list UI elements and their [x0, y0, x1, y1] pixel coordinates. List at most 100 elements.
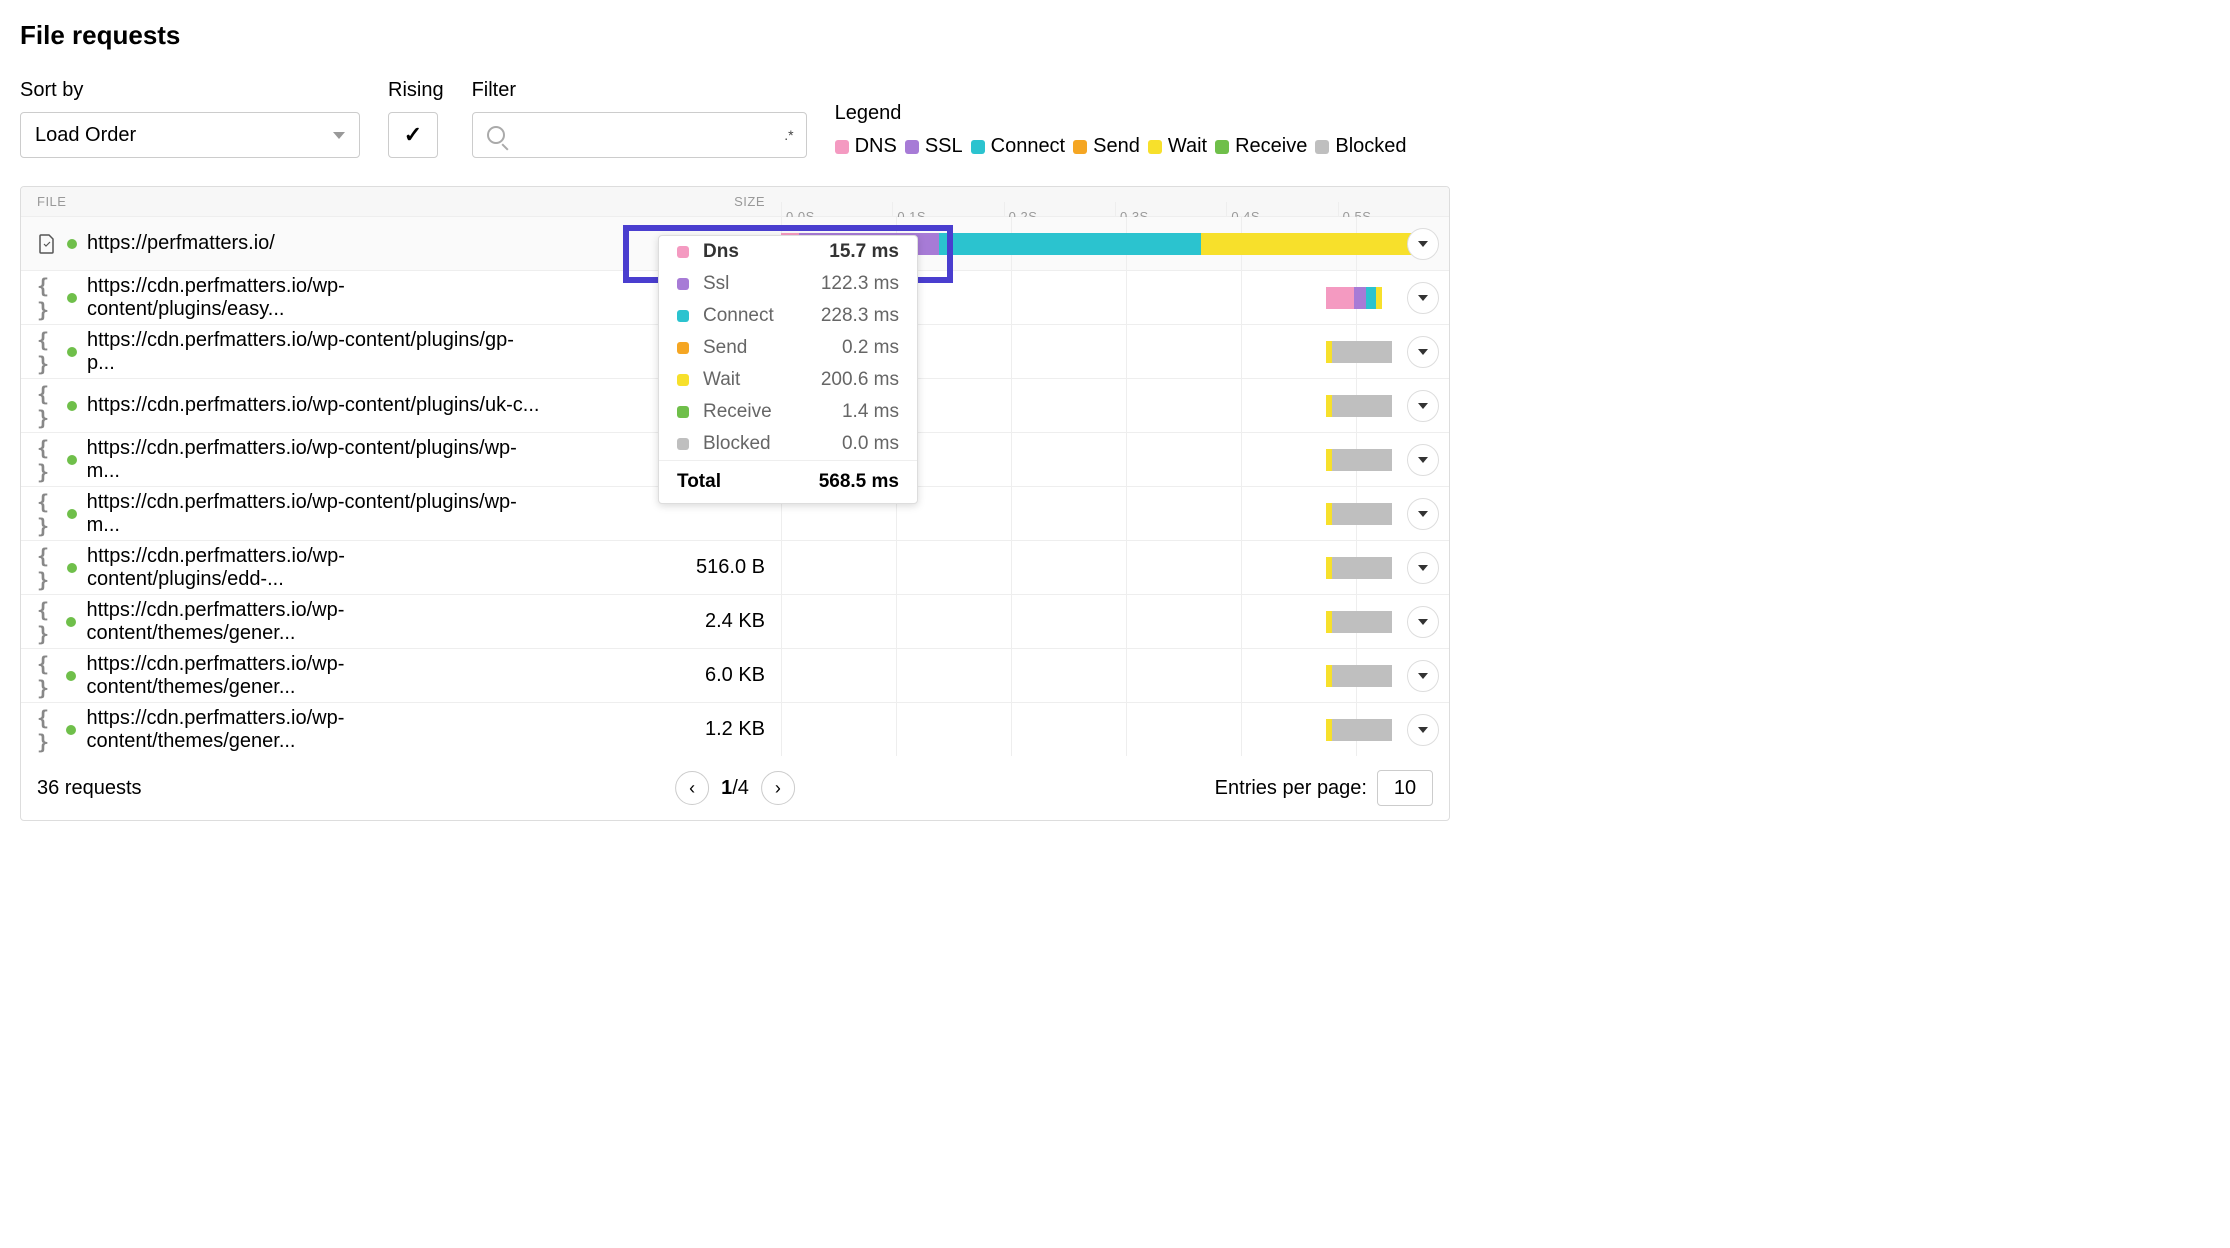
- legend-swatch: [1148, 140, 1162, 154]
- tooltip-swatch: [677, 374, 689, 386]
- page-prev-button[interactable]: ‹: [675, 771, 709, 805]
- timing-segment: [1332, 557, 1392, 579]
- expand-row-button[interactable]: [1407, 606, 1439, 638]
- timing-segment: [1326, 287, 1354, 309]
- filter-input[interactable]: [513, 124, 792, 147]
- css-braces-icon: { }: [37, 706, 56, 754]
- status-dot-icon: [67, 239, 77, 249]
- timing-segment: [1332, 395, 1392, 417]
- entries-input[interactable]: [1377, 770, 1433, 806]
- expand-row-button[interactable]: [1407, 336, 1439, 368]
- table-row[interactable]: { } https://cdn.perfmatters.io/wp-conten…: [21, 649, 1449, 703]
- css-braces-icon: { }: [37, 544, 57, 592]
- file-size: 2.4 KB: [541, 610, 781, 633]
- legend-item: DNS: [835, 135, 897, 158]
- legend-item: SSL: [905, 135, 963, 158]
- controls-bar: Sort by Load Order Rising ✓ Filter .* Le…: [20, 79, 1450, 158]
- rising-toggle[interactable]: ✓: [388, 112, 438, 158]
- css-braces-icon: { }: [37, 274, 57, 322]
- tooltip-swatch: [677, 246, 689, 258]
- status-dot-icon: [66, 725, 76, 735]
- timing-segment: [1366, 287, 1376, 309]
- legend-items: DNS SSL Connect Send Wait Receive Blocked: [835, 135, 1407, 158]
- legend-text: SSL: [925, 135, 963, 158]
- expand-row-button[interactable]: [1407, 714, 1439, 746]
- chevron-down-icon: [1418, 403, 1428, 409]
- css-braces-icon: { }: [37, 490, 57, 538]
- expand-row-button[interactable]: [1407, 282, 1439, 314]
- legend-item: Receive: [1215, 135, 1307, 158]
- timing-segment: [939, 233, 1201, 255]
- chevron-down-icon: [1418, 619, 1428, 625]
- legend-item: Connect: [971, 135, 1066, 158]
- css-braces-icon: { }: [37, 382, 57, 430]
- timing-segment: [1332, 665, 1392, 687]
- tooltip-row: Wait200.6 ms: [659, 364, 917, 396]
- table-footer: 36 requests ‹ 1/4 › Entries per page:: [21, 756, 1449, 820]
- filter-input-wrap[interactable]: .*: [472, 112, 807, 158]
- expand-row-button[interactable]: [1407, 444, 1439, 476]
- table-row[interactable]: { } https://cdn.perfmatters.io/wp-conten…: [21, 703, 1449, 756]
- page-indicator: 1/4: [721, 777, 749, 800]
- file-url: https://cdn.perfmatters.io/wp-content/th…: [86, 599, 541, 645]
- css-braces-icon: { }: [37, 328, 57, 376]
- timing-segment: [1201, 233, 1431, 255]
- requests-count: 36 requests: [37, 777, 142, 800]
- chevron-down-icon: [1418, 457, 1428, 463]
- timing-segment: [1332, 503, 1392, 525]
- legend-item: Send: [1073, 135, 1140, 158]
- legend-swatch: [905, 140, 919, 154]
- file-url: https://cdn.perfmatters.io/wp-content/pl…: [87, 491, 541, 537]
- file-url: https://cdn.perfmatters.io/wp-content/th…: [86, 707, 541, 753]
- tooltip-swatch: [677, 438, 689, 450]
- check-icon: ✓: [404, 122, 422, 148]
- chevron-down-icon: [1418, 727, 1428, 733]
- legend-text: Receive: [1235, 135, 1307, 158]
- legend-text: DNS: [855, 135, 897, 158]
- tooltip-swatch: [677, 406, 689, 418]
- tooltip-row: Ssl122.3 ms: [659, 268, 917, 300]
- legend-label: Legend: [835, 102, 1407, 125]
- legend-swatch: [835, 140, 849, 154]
- expand-row-button[interactable]: [1407, 498, 1439, 530]
- document-icon: [38, 234, 56, 254]
- file-size: 516.0 B: [541, 556, 781, 579]
- legend-swatch: [1073, 140, 1087, 154]
- file-size: 1.2 KB: [541, 718, 781, 741]
- chevron-down-icon: [1418, 511, 1428, 517]
- legend-item: Blocked: [1315, 135, 1406, 158]
- timing-segment: [1332, 611, 1392, 633]
- css-braces-icon: { }: [37, 436, 57, 484]
- css-braces-icon: { }: [37, 652, 56, 700]
- page-next-button[interactable]: ›: [761, 771, 795, 805]
- timing-segment: [1376, 287, 1382, 309]
- timeline-cell: [781, 541, 1449, 594]
- status-dot-icon: [67, 563, 77, 573]
- tooltip-swatch: [677, 310, 689, 322]
- header-file: FILE: [21, 194, 541, 209]
- legend-item: Wait: [1148, 135, 1207, 158]
- chevron-down-icon: [333, 132, 345, 139]
- expand-row-button[interactable]: [1407, 660, 1439, 692]
- sort-by-select[interactable]: Load Order: [20, 112, 360, 158]
- status-dot-icon: [66, 671, 76, 681]
- table-row[interactable]: { } https://cdn.perfmatters.io/wp-conten…: [21, 541, 1449, 595]
- tooltip-row: Dns15.7 ms: [659, 236, 917, 268]
- chevron-down-icon: [1418, 349, 1428, 355]
- filter-hint: .*: [784, 127, 793, 143]
- legend-swatch: [1215, 140, 1229, 154]
- timing-segment: [1332, 449, 1392, 471]
- rising-label: Rising: [388, 79, 444, 102]
- tooltip-total-label: Total: [677, 471, 721, 493]
- chevron-down-icon: [1418, 295, 1428, 301]
- legend-text: Connect: [991, 135, 1066, 158]
- timeline-cell: [781, 649, 1449, 702]
- tooltip-row: Receive1.4 ms: [659, 396, 917, 428]
- expand-row-button[interactable]: [1407, 552, 1439, 584]
- legend-text: Send: [1093, 135, 1140, 158]
- tooltip-row: Send0.2 ms: [659, 332, 917, 364]
- file-url: https://cdn.perfmatters.io/wp-content/pl…: [87, 437, 541, 483]
- expand-row-button[interactable]: [1407, 228, 1439, 260]
- table-row[interactable]: { } https://cdn.perfmatters.io/wp-conten…: [21, 595, 1449, 649]
- expand-row-button[interactable]: [1407, 390, 1439, 422]
